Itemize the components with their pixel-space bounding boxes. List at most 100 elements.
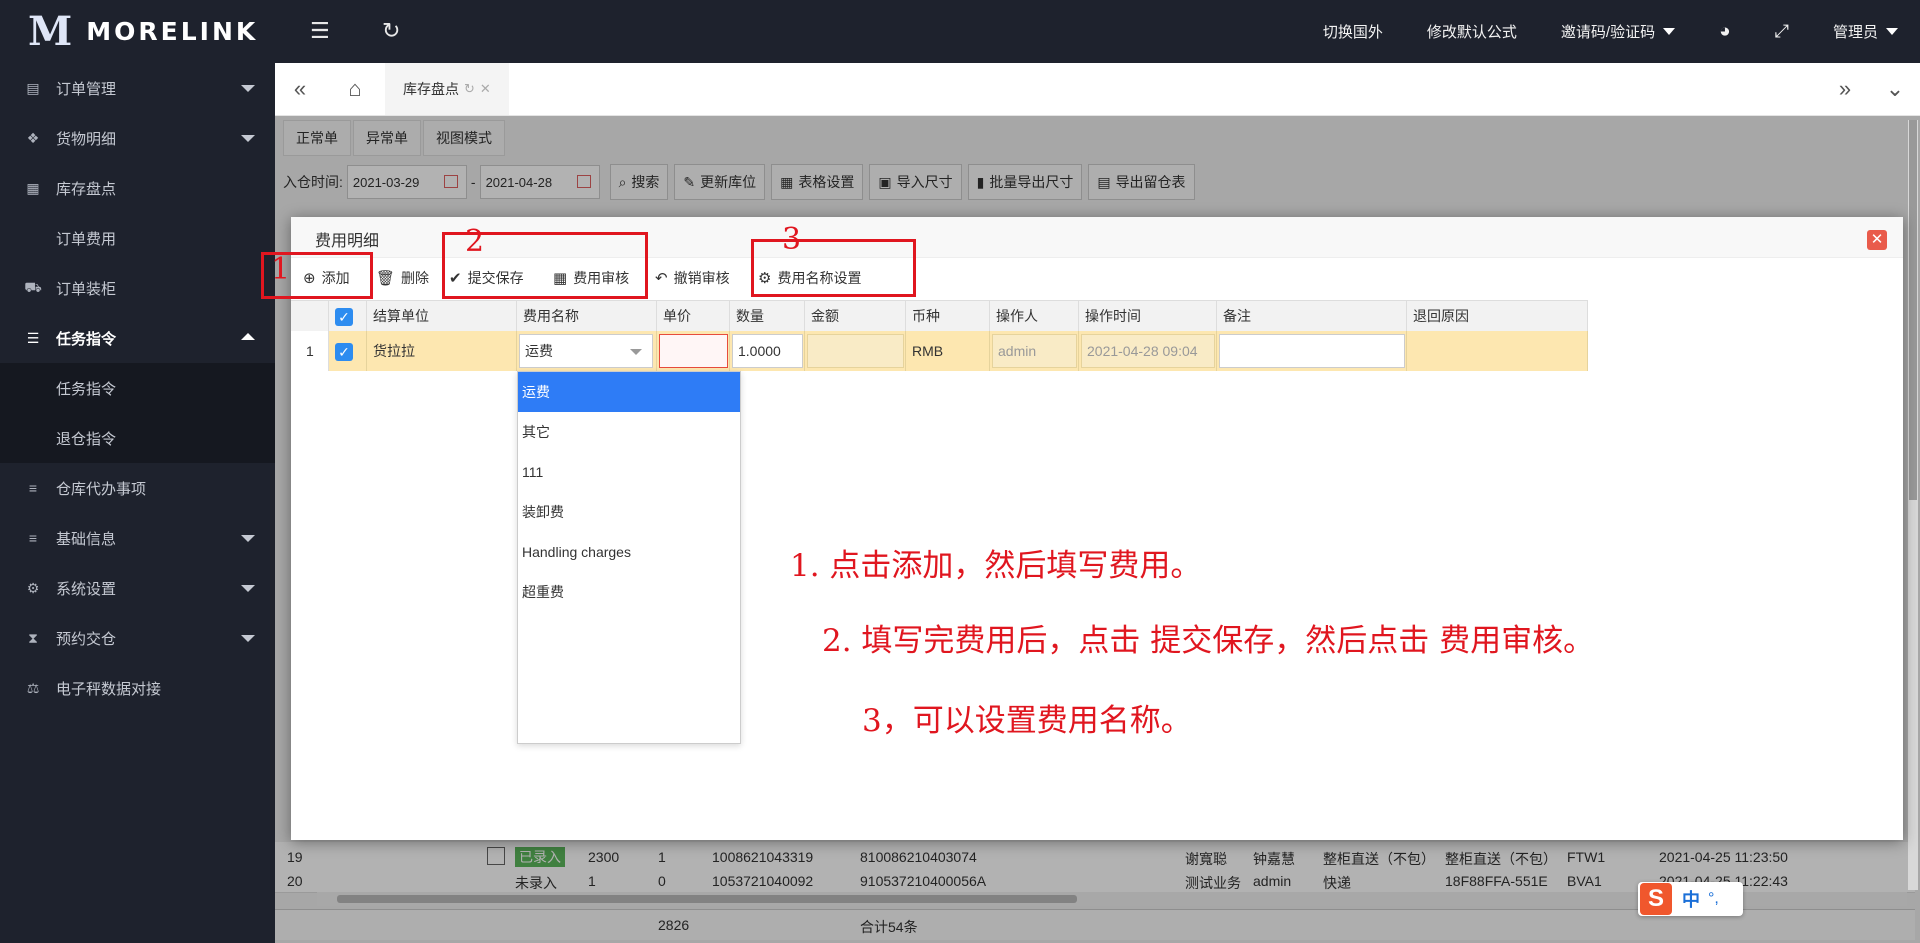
sidebar-item-label: 系统设置 <box>56 580 117 598</box>
column-header[interactable]: 操作时间 <box>1079 301 1217 331</box>
switch-overseas-link[interactable]: 切换国外 <box>1323 21 1383 42</box>
sidebar-item-label: 库存盘点 <box>56 180 117 198</box>
undo-icon: ↶ <box>655 270 668 287</box>
remark-input[interactable] <box>1219 334 1405 368</box>
revoke-review-button[interactable]: ↶ 撤销审核 <box>655 268 730 288</box>
cell-op-time: 2021-04-28 09:04 <box>1079 331 1217 371</box>
ime-logo-icon: S <box>1640 883 1672 915</box>
cell-currency[interactable]: RMB <box>906 331 990 371</box>
header-index-cell <box>291 301 329 331</box>
sidebar-item-inventory[interactable]: ▦ 库存盘点 <box>0 163 275 213</box>
dropdown-option[interactable]: 运费 <box>518 372 740 412</box>
cell-settlement-unit[interactable]: 货拉拉 <box>367 331 517 371</box>
column-header[interactable]: 退回原因 <box>1407 301 1588 331</box>
sidebar-item-order-fees[interactable]: 订单费用 <box>0 213 275 263</box>
chevron-down-icon <box>241 135 255 142</box>
column-header[interactable]: 数量 <box>730 301 805 331</box>
amount-input[interactable] <box>807 334 904 368</box>
tab-inventory[interactable]: 库存盘点 ↻ ✕ <box>385 63 509 115</box>
header-select-all[interactable]: ✓ <box>329 301 367 331</box>
price-input[interactable] <box>659 334 728 368</box>
invite-code-dropdown[interactable]: 邀请码/验证码 <box>1561 21 1676 42</box>
topbar-right: 切换国外 修改默认公式 邀请码/验证码 ◕ ⤢ 管理员 <box>1301 0 1920 63</box>
sidebar-item-order-management[interactable]: ▤ 订单管理 <box>0 63 275 113</box>
column-header[interactable]: 操作人 <box>990 301 1079 331</box>
sidebar-item-container-loading[interactable]: ⛟ 订单装柜 <box>0 263 275 313</box>
fee-name-select[interactable]: 运费 <box>519 334 653 368</box>
cell-remark <box>1217 331 1407 371</box>
chevron-up-icon <box>241 333 255 340</box>
column-header[interactable]: 金额 <box>805 301 906 331</box>
scrollbar-thumb[interactable] <box>1909 120 1917 500</box>
fee-name-dropdown: 运费 其它 111 装卸费 Handling charges 超重费 <box>517 371 741 744</box>
sidebar-item-label: 任务指令 <box>56 380 117 398</box>
sidebar-item-appointment[interactable]: ⧗ 预约交仓 <box>0 613 275 663</box>
topbar: ☰ ↻ 切换国外 修改默认公式 邀请码/验证码 ◕ ⤢ 管理员 <box>275 0 1920 63</box>
chevron-down-icon <box>241 535 255 542</box>
sidebar-item-warehouse-todo[interactable]: ≡ 仓库代办事项 <box>0 463 275 513</box>
cell-return-reason[interactable] <box>1407 331 1588 371</box>
checkbox-checked-icon: ✓ <box>335 343 353 362</box>
home-icon[interactable]: ⌂ <box>330 63 380 115</box>
cell-amount <box>805 331 906 371</box>
sidebar-item-goods-detail[interactable]: ❖ 货物明细 <box>0 113 275 163</box>
theme-icon[interactable]: ◕ <box>1719 21 1730 43</box>
tab-menu-chevron-icon[interactable]: ⌄ <box>1870 63 1920 115</box>
sidebar-item-task-instructions[interactable]: ☰ 任务指令 <box>0 313 275 363</box>
annotation-number: 3 <box>782 222 802 257</box>
dropdown-option[interactable]: 超重费 <box>518 572 740 612</box>
table-row[interactable]: 1 ✓ 货拉拉 运费 1.0000 RMB admin 2021-04-28 0… <box>291 331 1588 371</box>
sidebar-item-label: 订单费用 <box>56 230 117 248</box>
brand-name: MORELINK <box>86 17 259 46</box>
dropdown-option[interactable]: 111 <box>518 452 740 492</box>
sidebar-subitem-task-instructions[interactable]: 任务指令 <box>0 363 275 413</box>
vertical-scrollbar[interactable] <box>1908 120 1918 890</box>
tab-refresh-icon[interactable]: ↻ <box>464 81 475 97</box>
collapse-menu-icon[interactable]: ☰ <box>310 18 330 44</box>
tab-close-icon[interactable]: ✕ <box>480 81 491 97</box>
menu-icon: ≡ <box>28 530 38 546</box>
column-header[interactable]: 币种 <box>906 301 990 331</box>
gear-icon: ⚙ <box>26 579 40 596</box>
column-header[interactable]: 备注 <box>1217 301 1407 331</box>
column-header[interactable]: 结算单位 <box>367 301 517 331</box>
close-icon[interactable]: ✕ <box>1867 230 1887 250</box>
truck-icon: ⛟ <box>24 278 42 295</box>
operator-field: admin <box>992 334 1077 368</box>
dropdown-option[interactable]: 其它 <box>518 412 740 452</box>
delete-button[interactable]: 🗑 删除 <box>376 268 429 288</box>
logo[interactable]: M MORELINK <box>0 0 275 63</box>
user-menu[interactable]: 管理员 <box>1833 21 1898 42</box>
ime-mode[interactable]: 中 <box>1682 886 1700 912</box>
ime-punct[interactable]: °, <box>1708 890 1719 908</box>
sidebar-item-scale-integration[interactable]: ⚖ 电子秤数据对接 <box>0 663 275 713</box>
ime-toolbar[interactable]: S 中 °, <box>1638 882 1743 916</box>
tab-scroll-right-icon[interactable]: » <box>1820 63 1870 115</box>
refresh-icon[interactable]: ↻ <box>382 18 400 44</box>
dropdown-option[interactable]: 装卸费 <box>518 492 740 532</box>
tab-scroll-left-icon[interactable]: « <box>275 63 325 115</box>
fee-name-value: 运费 <box>525 343 553 359</box>
menu-icon: ≡ <box>28 480 38 496</box>
fullscreen-icon[interactable]: ⤢ <box>1775 21 1789 42</box>
edit-default-formula-link[interactable]: 修改默认公式 <box>1427 21 1517 42</box>
sidebar-item-label: 电子秤数据对接 <box>56 680 162 698</box>
sidebar-item-label: 订单管理 <box>56 80 117 98</box>
column-header[interactable]: 费用名称 <box>517 301 657 331</box>
sidebar-subitem-return-instructions[interactable]: 退仓指令 <box>0 413 275 463</box>
dropdown-option[interactable]: Handling charges <box>518 532 740 572</box>
cell-quantity: 1.0000 <box>730 331 805 371</box>
sidebar-item-system-settings[interactable]: ⚙ 系统设置 <box>0 563 275 613</box>
sidebar-item-label: 退仓指令 <box>56 430 117 448</box>
cell-operator: admin <box>990 331 1079 371</box>
sidebar-item-basic-info[interactable]: ≡ 基础信息 <box>0 513 275 563</box>
chevron-down-icon <box>241 85 255 92</box>
sidebar-item-label: 仓库代办事项 <box>56 480 147 498</box>
fee-grid-header: ✓ 结算单位 费用名称 单价 数量 金额 币种 操作人 操作时间 备注 退回原因 <box>291 300 1588 332</box>
quantity-input[interactable]: 1.0000 <box>732 334 803 368</box>
annotation-line-1: 1. 点击添加，然后填写费用。 <box>790 548 1202 584</box>
column-header[interactable]: 单价 <box>657 301 730 331</box>
row-checkbox[interactable]: ✓ <box>329 331 367 371</box>
sidebar: M MORELINK ▤ 订单管理 ❖ 货物明细 ▦ 库存盘点 订单费用 ⛟ 订… <box>0 0 275 943</box>
hourglass-icon: ⧗ <box>28 629 38 646</box>
